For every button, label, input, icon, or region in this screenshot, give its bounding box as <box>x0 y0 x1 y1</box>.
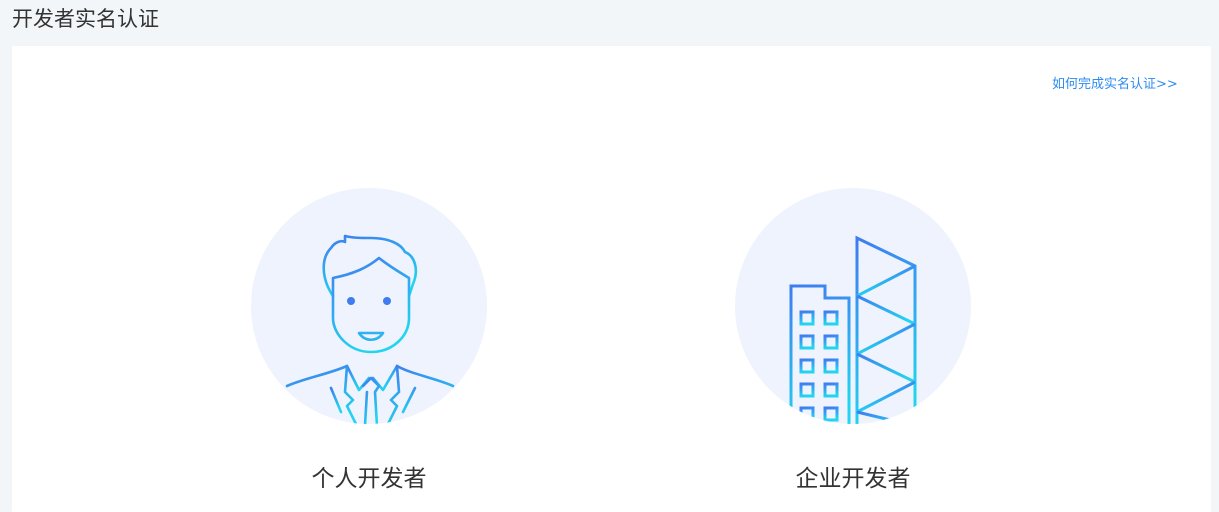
enterprise-developer-label: 企业开发者 <box>795 466 911 492</box>
enterprise-developer-option[interactable]: 企业开发者 <box>733 186 973 506</box>
page: 开发者实名认证 如何完成实名认证>> 个人开发者 企业开发者 <box>0 0 1219 512</box>
personal-developer-label: 个人开发者 <box>311 466 427 492</box>
how-to-verify-link[interactable]: 如何完成实名认证>> <box>1052 76 1178 94</box>
person-icon <box>251 188 487 424</box>
page-title: 开发者实名认证 <box>12 7 159 31</box>
content-card: 如何完成实名认证>> 个人开发者 企业开发者 <box>12 46 1211 512</box>
personal-developer-option[interactable]: 个人开发者 <box>249 186 489 506</box>
building-icon <box>735 188 971 424</box>
